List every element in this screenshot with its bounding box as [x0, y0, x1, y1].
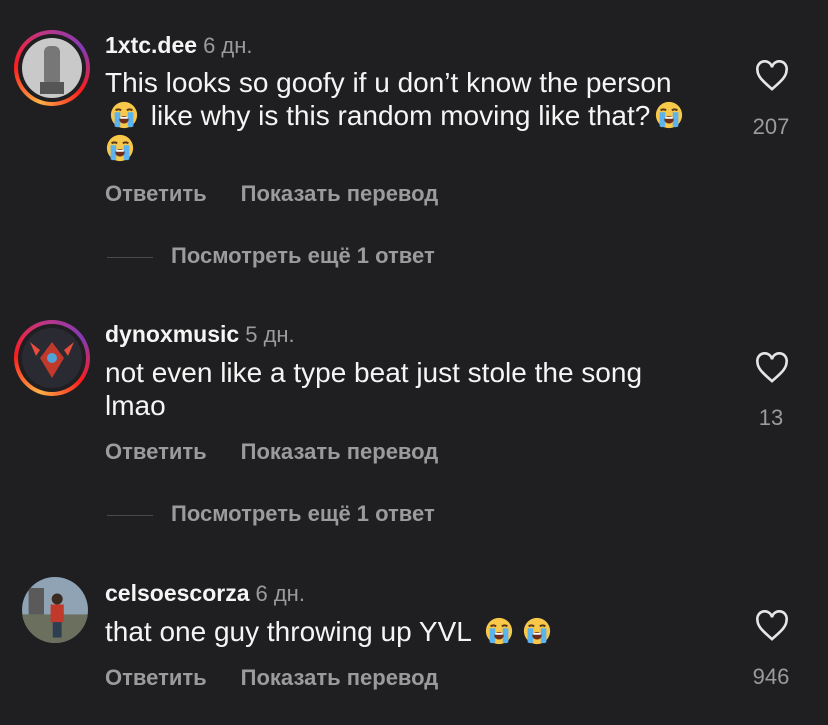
- timestamp: 6 дн.: [203, 33, 253, 58]
- username[interactable]: dynoxmusic: [105, 321, 239, 347]
- crying-face-emoji-icon: [109, 100, 139, 130]
- comment-text: This looks so goofy if u don’t know the …: [105, 66, 705, 165]
- show-translation-button[interactable]: Показать перевод: [241, 665, 439, 690]
- show-translation-button[interactable]: Показать перевод: [241, 181, 439, 206]
- avatar[interactable]: [14, 30, 90, 106]
- timestamp: 6 дн.: [255, 581, 305, 606]
- like-button[interactable]: [750, 60, 794, 92]
- crying-face-emoji-icon: [105, 133, 135, 163]
- comment-text-line: that one guy throwing up YVL: [105, 616, 472, 647]
- username[interactable]: 1xtc.dee: [105, 32, 197, 58]
- username-line: dynoxmusic 5 дн.: [105, 321, 295, 348]
- avatar-image: [22, 328, 82, 388]
- like-button[interactable]: [750, 610, 794, 642]
- like-count: 946: [752, 664, 790, 689]
- view-more-replies[interactable]: Посмотреть ещё 1 ответ: [107, 243, 435, 269]
- comment-text: that one guy throwing up YVL: [105, 615, 705, 648]
- like-count: 207: [752, 114, 790, 139]
- timestamp: 5 дн.: [245, 322, 295, 347]
- heart-icon: [756, 352, 788, 383]
- comment-text-line: not even like a type beat just stole the…: [105, 357, 643, 388]
- comment-text-line: lmao: [105, 390, 166, 421]
- avatar-image: [22, 577, 88, 643]
- username-line: celsoescorza 6 дн.: [105, 580, 305, 607]
- view-more-replies-label: Посмотреть ещё 1 ответ: [171, 501, 435, 526]
- view-more-replies[interactable]: Посмотреть ещё 1 ответ: [107, 501, 435, 527]
- avatar[interactable]: [14, 320, 90, 396]
- username[interactable]: celsoescorza: [105, 580, 249, 606]
- avatar-image: [22, 38, 82, 98]
- comment-text-line: This looks so goofy if u don’t know the …: [105, 67, 672, 98]
- reply-button[interactable]: Ответить: [105, 665, 207, 690]
- crying-face-emoji-icon: [484, 616, 514, 646]
- comment-actions: Ответить Показать перевод: [105, 439, 438, 465]
- like-button[interactable]: [750, 352, 794, 384]
- comment-actions: Ответить Показать перевод: [105, 181, 438, 207]
- comment-actions: Ответить Показать перевод: [105, 665, 438, 691]
- heart-icon: [756, 60, 788, 91]
- avatar[interactable]: [22, 577, 88, 643]
- crying-face-emoji-icon: [522, 616, 552, 646]
- divider-line: [107, 514, 153, 516]
- like-count: 13: [758, 405, 784, 430]
- reply-button[interactable]: Ответить: [105, 181, 207, 206]
- view-more-replies-label: Посмотреть ещё 1 ответ: [171, 243, 435, 268]
- comment-text: not even like a type beat just stole the…: [105, 356, 705, 422]
- divider-line: [107, 256, 153, 258]
- heart-icon: [756, 610, 788, 641]
- show-translation-button[interactable]: Показать перевод: [241, 439, 439, 464]
- username-line: 1xtc.dee 6 дн.: [105, 32, 253, 59]
- reply-button[interactable]: Ответить: [105, 439, 207, 464]
- comment-text-line: like why is this random moving like that…: [150, 100, 651, 131]
- crying-face-emoji-icon: [654, 100, 684, 130]
